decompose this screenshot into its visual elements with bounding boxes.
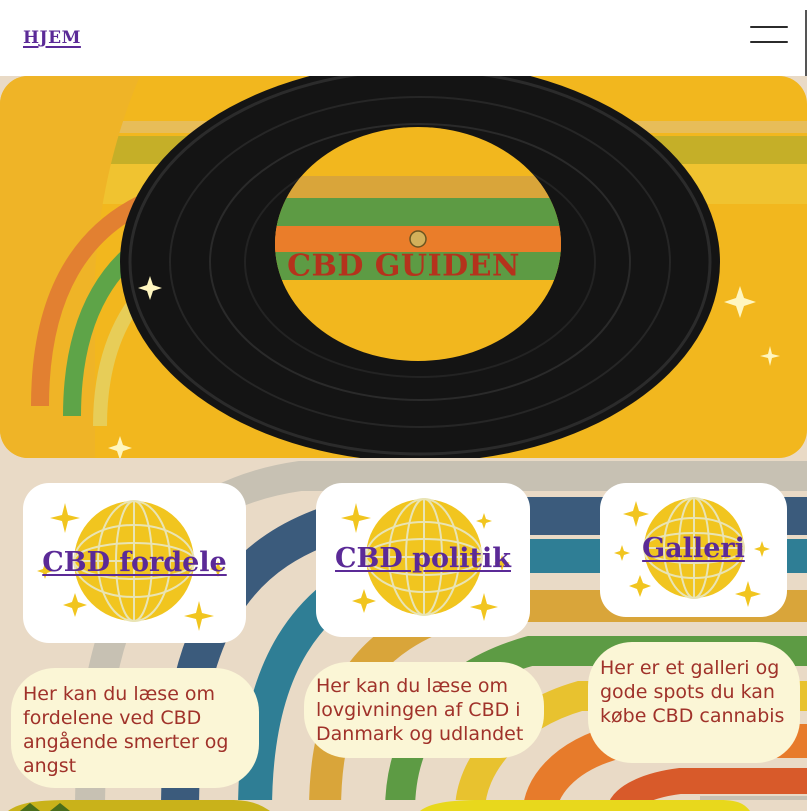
galleri-text: Her er et galleri og gode spots du kan k… <box>600 657 785 727</box>
site-header: HJEM <box>0 0 807 76</box>
hero-title: CBD GUIDEN <box>287 248 520 284</box>
cbd-fordele-text: Her kan du læse om fordelene ved CBD ang… <box>23 683 229 777</box>
cbd-fordele-description: Her kan du læse om fordelene ved CBD ang… <box>11 668 259 788</box>
card-cbd-fordele[interactable]: CBD fordele <box>23 483 246 643</box>
card-galleri[interactable]: Galleri <box>600 483 787 617</box>
galleri-description: Her er et galleri og gode spots du kan k… <box>588 642 800 763</box>
card-cbd-politik[interactable]: CBD politik <box>316 483 530 637</box>
home-link[interactable]: HJEM <box>23 28 81 48</box>
hamburger-menu-icon[interactable] <box>750 24 788 46</box>
hero-banner: CBD GUIDEN <box>0 76 807 458</box>
cbd-politik-link[interactable]: CBD politik <box>316 543 530 574</box>
cbd-politik-description: Her kan du læse om lovgivningen af CBD i… <box>304 662 544 758</box>
bottom-image-strip <box>0 800 807 811</box>
cbd-politik-text: Her kan du læse om lovgivningen af CBD i… <box>316 675 524 745</box>
galleri-link[interactable]: Galleri <box>600 533 787 564</box>
cbd-fordele-link[interactable]: CBD fordele <box>23 547 246 578</box>
